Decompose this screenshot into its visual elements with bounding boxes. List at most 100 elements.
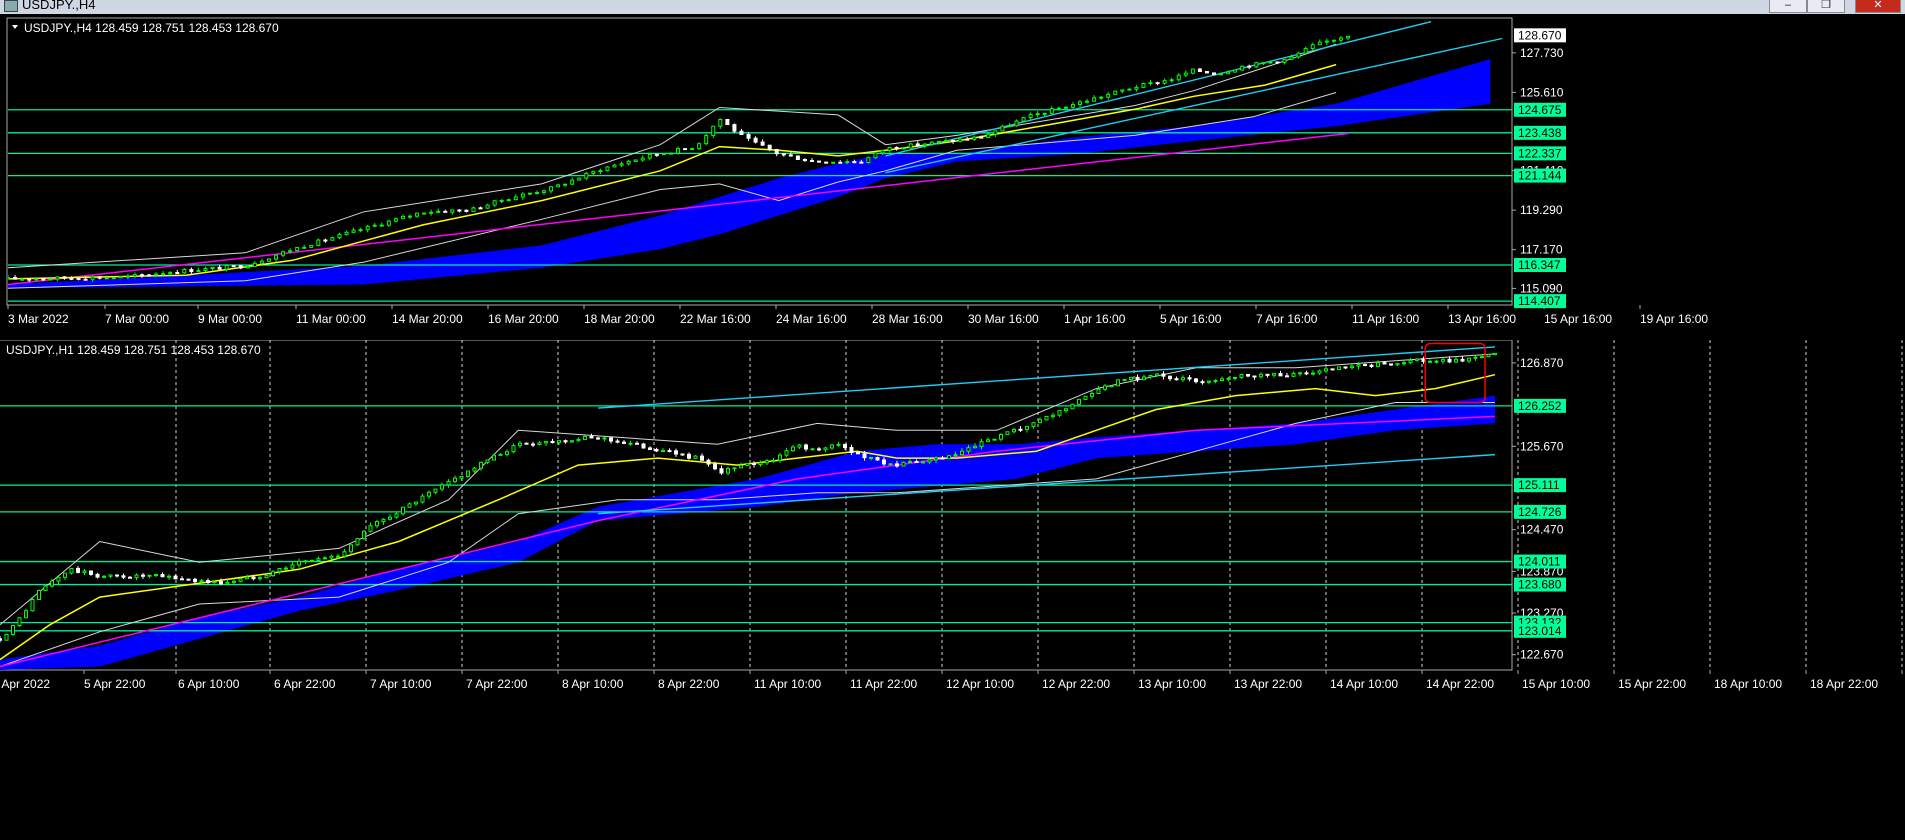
candle-body xyxy=(654,449,659,452)
candle-body xyxy=(908,143,913,149)
candle-body xyxy=(41,278,46,281)
candle-body xyxy=(17,617,22,627)
candle-body xyxy=(337,233,342,239)
candle-body xyxy=(817,160,822,163)
candle-body xyxy=(1303,47,1308,54)
candle-body xyxy=(173,575,178,580)
x-tick-label: 14 Mar 20:00 xyxy=(392,312,463,326)
candle-body xyxy=(944,139,948,142)
candle-body xyxy=(719,468,724,474)
candle-body xyxy=(887,146,892,152)
candle-body xyxy=(1148,375,1153,378)
y-tick-label: 125.610 xyxy=(1520,85,1564,99)
candle-body xyxy=(602,437,607,440)
candle-body xyxy=(393,218,398,222)
candle-body xyxy=(1028,113,1033,119)
candle-body xyxy=(271,571,275,577)
candle-body xyxy=(1441,358,1445,362)
candle-body xyxy=(498,453,503,456)
candle-body xyxy=(856,452,860,455)
candle-body xyxy=(654,153,659,156)
candle-body xyxy=(1278,373,1283,377)
candle-body xyxy=(82,570,87,573)
candle-body xyxy=(849,447,854,454)
candle-body xyxy=(951,139,956,142)
candle-body xyxy=(225,581,230,585)
candle-body xyxy=(168,272,173,275)
candle-body xyxy=(450,209,455,213)
candle-body xyxy=(89,570,93,575)
candle-body xyxy=(992,438,997,441)
candle-body xyxy=(895,463,899,467)
candle-body xyxy=(1369,364,1374,367)
candle-body xyxy=(1486,354,1491,358)
candle-body xyxy=(1197,68,1202,73)
candle-body xyxy=(90,276,95,280)
candle-body xyxy=(823,447,828,451)
candle-body xyxy=(1070,104,1075,108)
candle-body xyxy=(531,443,535,446)
candle-body xyxy=(1324,40,1329,43)
candle-body xyxy=(355,538,360,546)
candle-body xyxy=(232,580,236,583)
candle-body xyxy=(1259,373,1263,378)
candle-body xyxy=(344,231,349,235)
candle-body xyxy=(1077,398,1081,405)
candle-body xyxy=(1240,65,1245,71)
x-tick-label: 11 Apr 22:00 xyxy=(850,677,917,691)
candle-body xyxy=(224,265,229,270)
candle-body xyxy=(869,456,873,459)
candle-body xyxy=(1148,82,1153,85)
candle-body xyxy=(1092,97,1097,102)
candle-body xyxy=(386,220,391,226)
x-tick-label: 11 Mar 00:00 xyxy=(296,312,366,326)
candle-body xyxy=(1480,356,1484,359)
candle-body xyxy=(69,277,74,280)
x-tick-label: 15 Apr 16:00 xyxy=(1544,312,1612,326)
candle-body xyxy=(217,266,222,270)
x-tick-label: 13 Apr 22:00 xyxy=(1234,677,1302,691)
candle-body xyxy=(583,435,587,440)
candle-body xyxy=(427,491,431,497)
candle-body xyxy=(1330,368,1335,371)
candle-body xyxy=(37,590,41,601)
minimize-button[interactable]: – xyxy=(1769,0,1807,13)
candle-body xyxy=(697,143,702,150)
candle-body xyxy=(882,459,886,465)
candle-body xyxy=(1204,71,1209,74)
candle-body xyxy=(1265,373,1270,376)
candle-body xyxy=(388,516,392,520)
candle-body xyxy=(934,457,938,461)
candle-body xyxy=(1296,52,1301,58)
candle-body xyxy=(1099,96,1104,99)
candle-body xyxy=(330,237,335,241)
candle-body xyxy=(866,157,871,164)
candle-body xyxy=(440,484,444,490)
close-button[interactable]: ✕ xyxy=(1855,0,1901,13)
candle-body xyxy=(1289,56,1294,60)
candle-body xyxy=(647,153,652,159)
y-tick-label: 119.290 xyxy=(1520,203,1563,217)
candle-body xyxy=(1402,362,1406,365)
candle-body xyxy=(993,130,998,135)
candle-body xyxy=(506,199,511,202)
maximize-button[interactable]: ❐ xyxy=(1807,0,1845,13)
candle-body xyxy=(1113,90,1118,95)
x-tick-label: 12 Apr 10:00 xyxy=(946,677,1014,691)
candle-body xyxy=(563,183,568,186)
candle-body xyxy=(953,454,958,457)
candle-body xyxy=(400,215,405,220)
candle-body xyxy=(1261,62,1266,65)
candle-body xyxy=(1275,61,1280,64)
x-tick-label: 3 Mar 2022 xyxy=(8,312,69,326)
candle-body xyxy=(687,453,691,459)
candle-body xyxy=(836,443,841,446)
h1-chart[interactable]: USDJPY.,H1 128.459 128.751 128.453 128.6… xyxy=(0,340,1905,840)
candle-body xyxy=(965,138,970,141)
candle-body xyxy=(245,576,249,580)
h4-chart[interactable]: USDJPY.,H4 128.459 128.751 128.453 128.6… xyxy=(0,14,1905,340)
candle-body xyxy=(1141,83,1146,88)
candle-body xyxy=(1382,362,1387,365)
candle-body xyxy=(1247,65,1252,68)
candle-body xyxy=(48,278,53,281)
